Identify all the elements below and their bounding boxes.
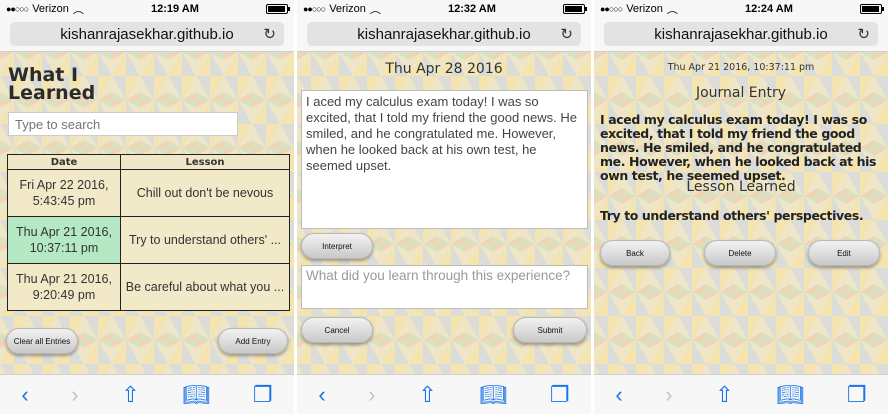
- row-date[interactable]: Thu Apr 21 2016, 9:20:49 pm: [7, 263, 121, 311]
- clock: 12:24 AM: [745, 3, 793, 15]
- column-header-date: Date: [7, 154, 121, 170]
- add-entry-button[interactable]: Add Entry: [218, 328, 288, 354]
- journal-entry-text: I aced my calculus exam today! I was so …: [600, 112, 877, 183]
- delete-button[interactable]: Delete: [704, 240, 776, 266]
- url-text: kishanrajasekhar.github.io: [654, 25, 828, 43]
- journal-entry-heading: Journal Entry: [695, 85, 787, 101]
- url-field[interactable]: kishanrajasekhar.github.io ↻: [307, 22, 581, 46]
- search-input[interactable]: [8, 112, 238, 136]
- clear-all-button[interactable]: Clear all Entries: [6, 328, 78, 354]
- reload-icon[interactable]: ↻: [263, 25, 276, 43]
- row-lesson[interactable]: Chill out don't be nevous: [120, 169, 290, 217]
- signal-icon: ●●○○○: [6, 4, 29, 14]
- cancel-button[interactable]: Cancel: [301, 317, 373, 343]
- tabs-icon[interactable]: ❐: [253, 382, 273, 408]
- share-icon[interactable]: ⇧: [121, 382, 139, 408]
- edit-button[interactable]: Edit: [808, 240, 880, 266]
- table-row[interactable]: Thu Apr 21 2016, 9:20:49 pm Be careful a…: [7, 263, 290, 311]
- row-date[interactable]: Fri Apr 22 2016, 5:43:45 pm: [7, 169, 121, 217]
- back-icon[interactable]: ‹: [615, 382, 622, 408]
- table-row[interactable]: Fri Apr 22 2016, 5:43:45 pm Chill out do…: [7, 169, 290, 217]
- back-icon[interactable]: ‹: [318, 382, 325, 408]
- share-icon[interactable]: ⇧: [418, 382, 436, 408]
- forward-icon[interactable]: ›: [368, 382, 375, 408]
- browser-toolbar: ‹ › ⇧ 📖︎ ❐: [297, 374, 591, 414]
- lesson-learned-text: Try to understand others' perspectives.: [600, 208, 864, 223]
- carrier-label: Verizon: [626, 3, 663, 15]
- phone-screen-list: ●●○○○ Verizon ︵ 12:19 AM kishanrajasekhar.…: [0, 0, 294, 414]
- wifi-icon: ︵: [666, 4, 678, 16]
- bookmarks-icon[interactable]: 📖︎: [479, 382, 507, 408]
- row-lesson[interactable]: Be careful about what you ...: [120, 263, 290, 311]
- signal-icon: ●●○○○: [600, 4, 623, 14]
- page-content: What I Learned Date Lesson Fri Apr 22 20…: [0, 52, 294, 374]
- table-row[interactable]: Thu Apr 21 2016, 10:37:11 pm Try to unde…: [7, 216, 290, 264]
- signal-icon: ●●○○○: [303, 4, 326, 14]
- share-icon[interactable]: ⇧: [715, 382, 733, 408]
- back-icon[interactable]: ‹: [21, 382, 28, 408]
- lesson-learned-textarea[interactable]: What did you learn through this experien…: [301, 265, 588, 309]
- clock: 12:32 AM: [448, 3, 496, 15]
- phone-screen-new-entry: ●●○○○ Verizon ︵ 12:32 AM kishanrajasekhar.…: [297, 0, 591, 414]
- phone-screen-entry-detail: ●●○○○ Verizon ︵ 12:24 AM kishanrajasekhar.…: [594, 0, 888, 414]
- address-bar: kishanrajasekhar.github.io ↻: [594, 18, 888, 52]
- clock: 12:19 AM: [151, 3, 199, 15]
- page-title: What I Learned: [8, 66, 96, 104]
- url-field[interactable]: kishanrajasekhar.github.io ↻: [604, 22, 878, 46]
- battery-icon: [266, 4, 290, 14]
- battery-icon: [563, 4, 587, 14]
- forward-icon[interactable]: ›: [665, 382, 672, 408]
- back-button[interactable]: Back: [600, 240, 670, 266]
- page-content: Thu Apr 21 2016, 10:37:11 pm Journal Ent…: [594, 52, 888, 374]
- tabs-icon[interactable]: ❐: [847, 382, 867, 408]
- wifi-icon: ︵: [369, 4, 381, 16]
- page-content: Thu Apr 28 2016 I aced my calculus exam …: [297, 52, 591, 374]
- url-field[interactable]: kishanrajasekhar.github.io ↻: [10, 22, 284, 46]
- battery-icon: [860, 4, 884, 14]
- status-bar: ●●○○○ Verizon ︵ 12:24 AM: [594, 0, 888, 18]
- column-header-lesson: Lesson: [120, 154, 290, 170]
- journal-entry-textarea[interactable]: I aced my calculus exam today! I was so …: [301, 90, 588, 229]
- address-bar: kishanrajasekhar.github.io ↻: [297, 18, 591, 52]
- url-text: kishanrajasekhar.github.io: [357, 25, 531, 43]
- browser-toolbar: ‹ › ⇧ 📖︎ ❐: [0, 374, 294, 414]
- carrier-label: Verizon: [32, 3, 69, 15]
- carrier-label: Verizon: [329, 3, 366, 15]
- bookmarks-icon[interactable]: 📖︎: [182, 382, 210, 408]
- row-date[interactable]: Thu Apr 21 2016, 10:37:11 pm: [7, 216, 121, 264]
- status-bar: ●●○○○ Verizon ︵ 12:32 AM: [297, 0, 591, 18]
- lesson-learned-heading: Lesson Learned: [686, 179, 796, 195]
- interpret-button[interactable]: Interpret: [301, 233, 373, 259]
- title-line: Learned: [8, 82, 96, 104]
- reload-icon[interactable]: ↻: [857, 25, 870, 43]
- entry-date: Thu Apr 28 2016: [385, 61, 503, 77]
- tabs-icon[interactable]: ❐: [550, 382, 570, 408]
- url-text: kishanrajasekhar.github.io: [60, 25, 234, 43]
- submit-button[interactable]: Submit: [513, 317, 587, 343]
- status-bar: ●●○○○ Verizon ︵ 12:19 AM: [0, 0, 294, 18]
- forward-icon[interactable]: ›: [71, 382, 78, 408]
- entry-timestamp: Thu Apr 21 2016, 10:37:11 pm: [667, 62, 815, 73]
- address-bar: kishanrajasekhar.github.io ↻: [0, 18, 294, 52]
- browser-toolbar: ‹ › ⇧ 📖︎ ❐: [594, 374, 888, 414]
- row-lesson[interactable]: Try to understand others' ...: [120, 216, 290, 264]
- screenshot-row: ●●○○○ Verizon ︵ 12:19 AM kishanrajasekhar.…: [0, 0, 888, 414]
- entries-table: Date Lesson Fri Apr 22 2016, 5:43:45 pm …: [7, 154, 290, 311]
- wifi-icon: ︵: [72, 4, 84, 16]
- reload-icon[interactable]: ↻: [560, 25, 573, 43]
- bookmarks-icon[interactable]: 📖︎: [776, 382, 804, 408]
